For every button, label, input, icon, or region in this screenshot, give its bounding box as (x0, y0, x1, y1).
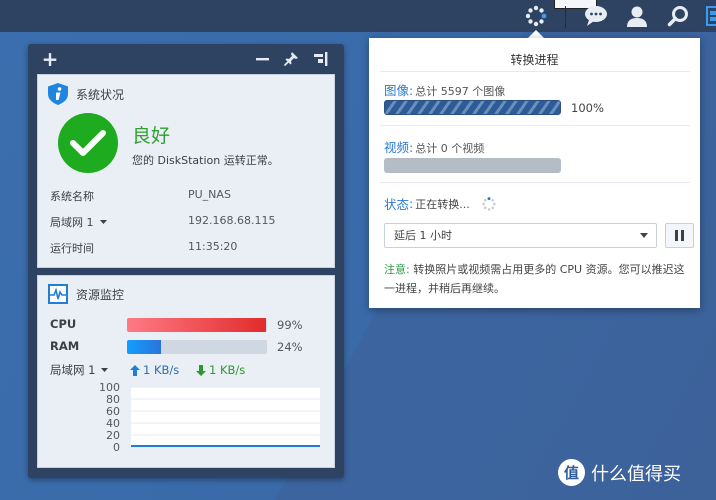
cpu-percent: 99% (277, 318, 303, 332)
status-key: 状态 (384, 197, 410, 212)
layout-icon[interactable] (312, 50, 330, 68)
system-health-header: 系统状况 (48, 83, 124, 105)
videos-detail: 总计 0 个视频 (415, 142, 485, 155)
widget-panel: + 系统状况 良好 您的 DiskStation 运转正常。 系统名称 PU_N… (28, 44, 344, 478)
download-speed-value: 1 KB/s (209, 363, 246, 377)
note-text: 转换照片或视频需占用更多的 CPU 资源。您可以推迟这一进程，并稍后再继续。 (384, 263, 685, 295)
popup-arrow (528, 30, 544, 38)
status-colon: : (409, 196, 414, 211)
images-key: 图像 (384, 83, 410, 98)
videos-key: 视频 (384, 140, 410, 155)
resource-monitor-icon (48, 284, 68, 304)
watermark-text: 什么值得买 (591, 463, 681, 485)
user-icon[interactable] (624, 3, 650, 29)
minimize-icon[interactable] (253, 50, 271, 68)
info-value-uptime: 11:35:20 (188, 240, 238, 253)
pin-icon[interactable] (282, 50, 300, 68)
info-label-uptime: 运行时间 (50, 242, 94, 255)
status-description: 您的 DiskStation 运转正常。 (132, 154, 279, 167)
images-summary: 图像 : 总计 5597 个图像 (384, 80, 505, 99)
ram-usage-fill (127, 340, 161, 354)
images-progress-bar (384, 100, 561, 115)
conversion-progress-popup: 转换进程 图像 : 总计 5597 个图像 100% 视频 : 总计 0 个视频… (369, 38, 700, 308)
resource-monitor-header: 资源监控 (48, 284, 124, 304)
pause-button[interactable] (665, 223, 694, 248)
widgets-icon[interactable] (706, 3, 716, 29)
chart-plot-background (131, 387, 320, 447)
delay-select-value: 延后 1 小时 (394, 229, 452, 242)
watermark: 值 什么值得买 (558, 459, 681, 486)
status-detail: 正在转换... (415, 197, 470, 211)
resource-monitor-title: 资源监控 (76, 287, 125, 302)
conversion-status: 状态 : 正在转换... (384, 194, 496, 213)
chevron-down-icon (101, 368, 109, 372)
chevron-down-icon (99, 220, 107, 224)
status-ok-icon (58, 113, 118, 173)
lan-selector[interactable]: 局域网 1 (50, 214, 107, 230)
taskbar (0, 0, 716, 32)
add-widget-button[interactable]: + (41, 47, 59, 71)
widget-panel-toolbar: + (28, 44, 344, 74)
network-chart-plot (131, 386, 320, 448)
divider (380, 182, 690, 183)
status-text: 良好 (132, 125, 171, 147)
watermark-badge: 值 (558, 459, 585, 486)
info-label-system-name: 系统名称 (50, 190, 94, 203)
popup-title: 转换进程 (510, 53, 559, 67)
download-arrow-icon (196, 364, 206, 376)
images-detail: 总计 5597 个图像 (415, 85, 506, 98)
media-indexing-icon[interactable] (523, 3, 549, 29)
dropdown-caret-icon (640, 233, 648, 238)
network-label: 局域网 1 (50, 363, 96, 377)
cpu-usage-fill (127, 318, 266, 332)
videos-colon: : (409, 140, 414, 155)
network-chart: 100 80 60 40 20 0 (38, 381, 336, 461)
resource-monitor-widget: 资源监控 CPU 99% RAM 24% 局域网 1 1 KB/s 1 KB/s… (37, 275, 335, 468)
download-speed: 1 KB/s (196, 363, 245, 377)
cpu-usage-bar (127, 318, 267, 332)
videos-progress-bar (384, 158, 561, 173)
upload-speed-value: 1 KB/s (143, 363, 180, 377)
ram-percent: 24% (277, 340, 303, 354)
system-health-title: 系统状况 (76, 87, 125, 102)
loading-spinner-icon (482, 196, 496, 211)
divider (380, 125, 690, 126)
images-colon: : (409, 83, 414, 98)
note-key: 注意 (384, 263, 406, 276)
pause-icon (675, 230, 678, 241)
search-icon[interactable] (665, 3, 691, 29)
notifications-icon[interactable] (583, 3, 609, 29)
videos-summary: 视频 : 总计 0 个视频 (384, 137, 484, 156)
cpu-note: 注意: 转换照片或视频需占用更多的 CPU 资源。您可以推迟这一进程，并稍后再继… (384, 260, 694, 298)
delay-select[interactable]: 延后 1 小时 (384, 223, 657, 248)
cpu-label: CPU (50, 317, 77, 331)
info-label-lan: 局域网 1 (50, 216, 94, 229)
pause-icon-bar (681, 230, 684, 241)
info-value-ip: 192.168.68.115 (188, 214, 276, 227)
images-progress-percent: 100% (571, 101, 604, 115)
network-selector[interactable]: 局域网 1 (50, 362, 109, 378)
taskbar-separator (565, 6, 566, 28)
info-value-system-name: PU_NAS (188, 188, 231, 201)
upload-arrow-icon (130, 364, 140, 376)
ram-usage-bar (127, 340, 267, 354)
system-health-widget: 系统状况 良好 您的 DiskStation 运转正常。 系统名称 PU_NAS… (37, 74, 335, 268)
divider (380, 71, 690, 72)
info-shield-icon (48, 83, 68, 105)
upload-speed: 1 KB/s (130, 363, 179, 377)
ram-label: RAM (50, 339, 80, 353)
